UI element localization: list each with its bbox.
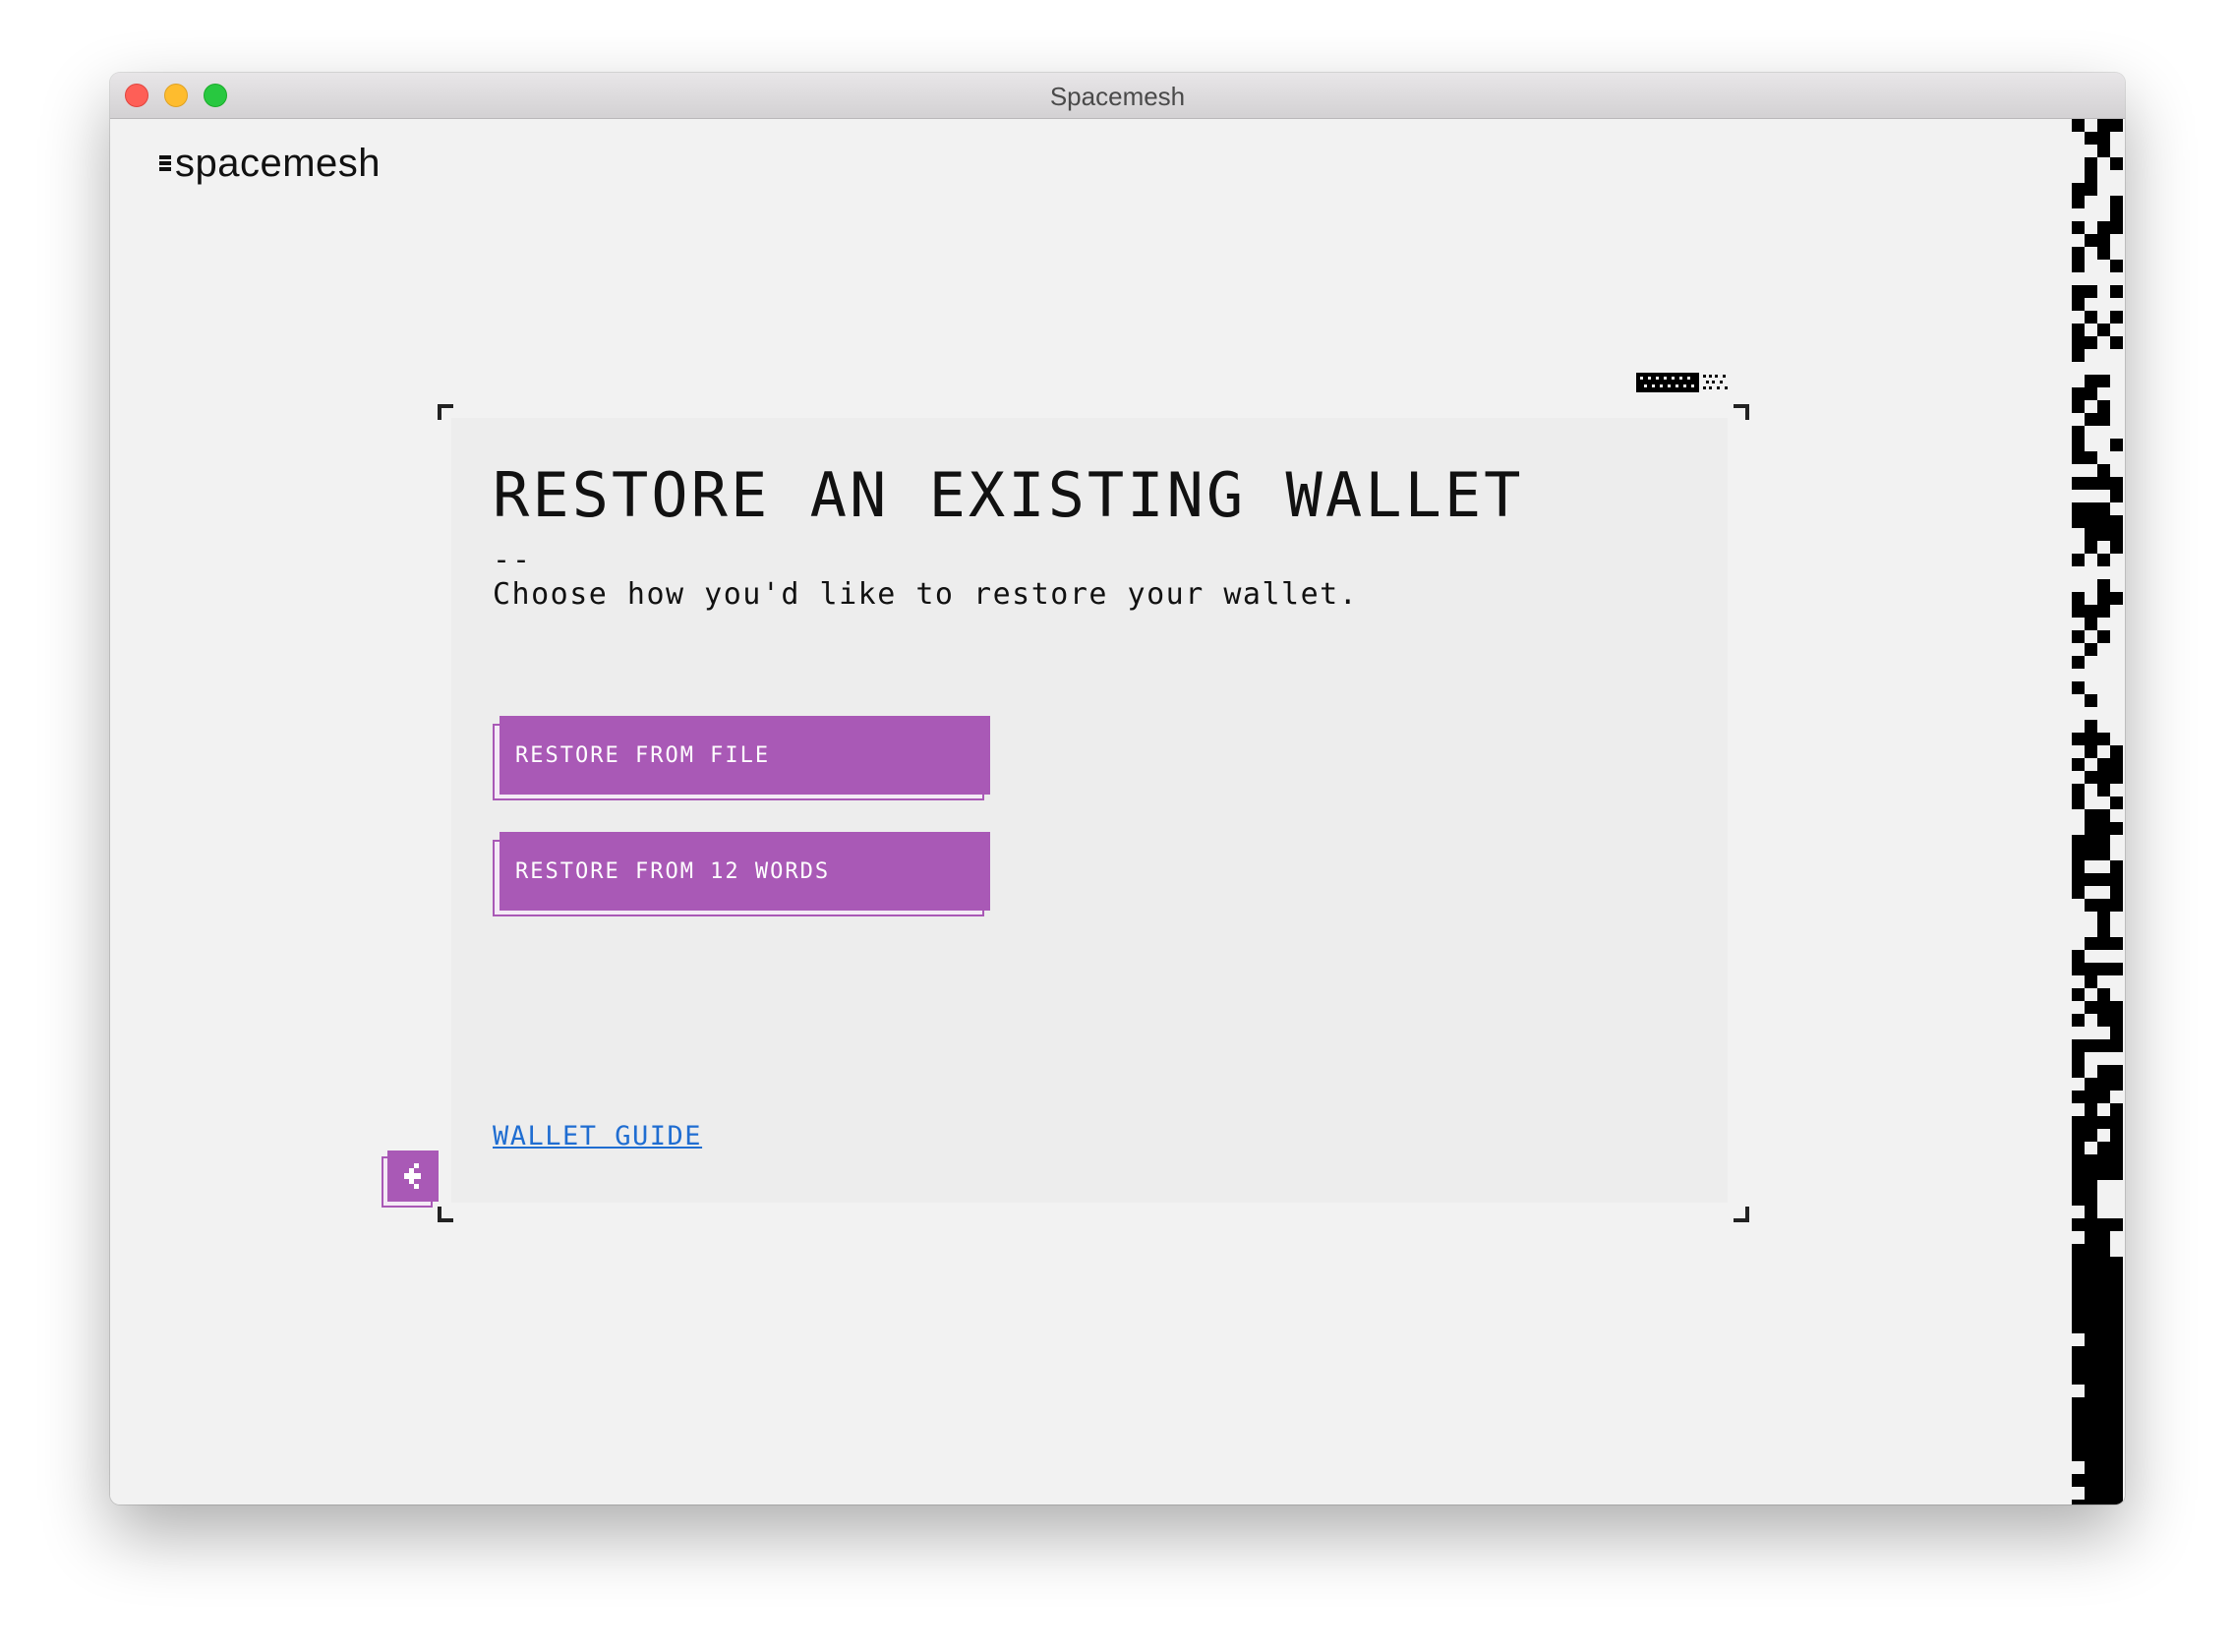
progress-decoration-icon: [1636, 373, 1728, 392]
card-corner-top-right: [1734, 404, 1749, 420]
card-corner-bottom-right: [1734, 1207, 1749, 1222]
app-content: spacemesh RESTORE AN EXISTING WALLET -- …: [110, 119, 2125, 1504]
restore-wallet-card: RESTORE AN EXISTING WALLET -- Choose how…: [451, 418, 1728, 1203]
logo-text: spacemesh: [175, 141, 382, 185]
back-button-wrapper: [382, 1150, 439, 1210]
window-title: Spacemesh: [1049, 82, 1186, 111]
title-divider: --: [493, 543, 533, 577]
page-subtitle: Choose how you'd like to restore your wa…: [493, 577, 1359, 612]
chevron-left-icon: [404, 1163, 421, 1189]
app-window: Spacemesh spacemesh RESTORE AN EXISTING …: [110, 73, 2125, 1504]
spacemesh-logo: spacemesh: [159, 139, 381, 188]
restore-from-words-button-wrapper: RESTORE FROM 12 WORDS: [493, 832, 990, 918]
card-corner-bottom-left: [438, 1207, 453, 1222]
restore-from-file-button-wrapper: RESTORE FROM FILE: [493, 716, 990, 802]
side-pattern-decoration: [2072, 119, 2123, 1504]
back-button[interactable]: [387, 1150, 439, 1202]
restore-from-12-words-button[interactable]: RESTORE FROM 12 WORDS: [500, 832, 990, 911]
title-bar[interactable]: Spacemesh: [110, 73, 2125, 119]
restore-from-file-button[interactable]: RESTORE FROM FILE: [500, 716, 990, 795]
spacemesh-logo-icon: [159, 151, 171, 175]
wallet-guide-link[interactable]: WALLET GUIDE: [493, 1121, 702, 1151]
page-title: RESTORE AN EXISTING WALLET: [493, 459, 1524, 531]
